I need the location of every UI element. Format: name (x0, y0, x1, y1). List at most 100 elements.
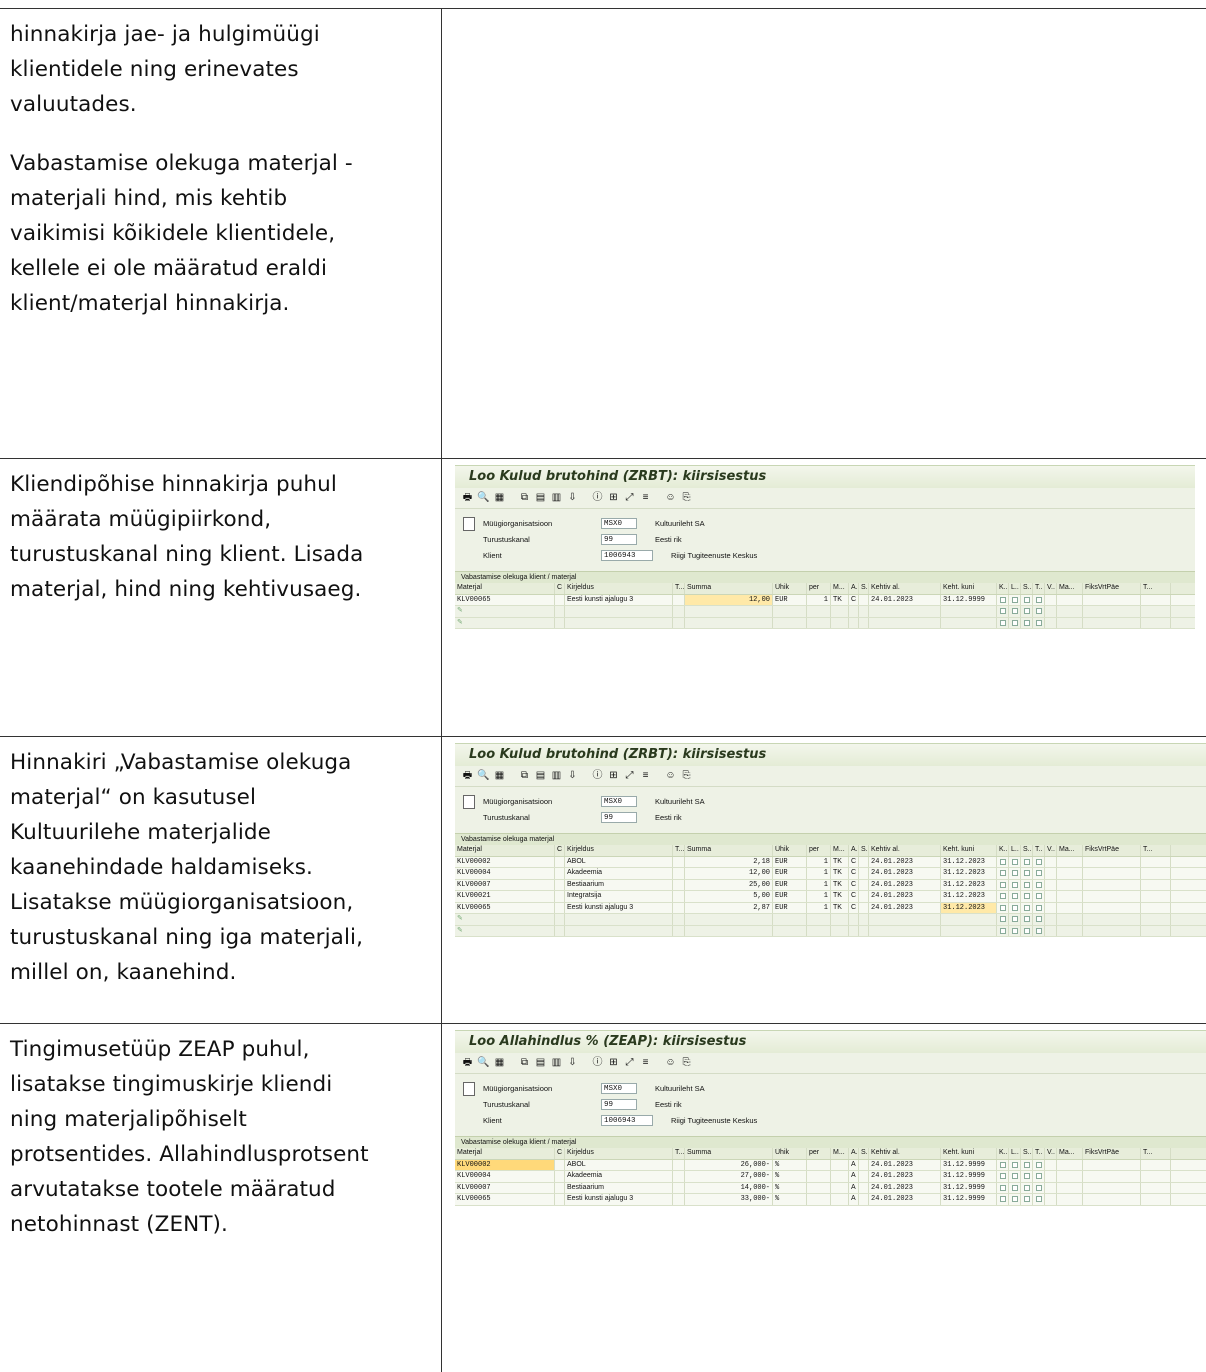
checkbox[interactable] (1024, 893, 1030, 899)
grid-cell-to[interactable]: 31.12.9999 (941, 594, 997, 605)
info-icon[interactable]: ⓘ (591, 770, 604, 782)
grid-cell-empty[interactable] (1045, 902, 1057, 913)
checkbox[interactable] (1024, 1184, 1030, 1191)
grid-cell-from[interactable]: 24.01.2023 (869, 902, 941, 913)
grid-row[interactable]: KLV00002 ABOL 26,000-% A 24.01.2023 31.12.999… (455, 1159, 1206, 1171)
grid-cell-sum[interactable]: 5,00 (685, 891, 773, 902)
grid-cell-empty[interactable] (1045, 1159, 1057, 1170)
grid-cell-from[interactable]: 24.01.2023 (869, 1159, 941, 1170)
grid-cell-per[interactable]: 1 (807, 902, 831, 913)
grid-cell-empty[interactable] (1057, 1194, 1083, 1205)
grid-cell-to[interactable]: 31.12.2023 (941, 891, 997, 902)
sheet-icon[interactable]: ▥ (550, 492, 563, 504)
header-field-input[interactable]: MSX0 (601, 517, 637, 529)
checkbox[interactable] (1036, 596, 1042, 603)
grid-cell-desc[interactable]: ABOL (565, 856, 673, 867)
header-field-input[interactable]: 1006943 (601, 1114, 653, 1126)
checkbox[interactable] (1036, 1161, 1042, 1168)
grid-cell-mat[interactable]: KLV00007 (455, 1182, 555, 1193)
checkbox[interactable] (1024, 1173, 1030, 1179)
column-header[interactable]: K.. (997, 583, 1009, 594)
document-icon[interactable] (463, 1082, 475, 1096)
column-header[interactable]: T.. (1033, 583, 1045, 594)
grid-cell-empty[interactable]: ✎ (455, 914, 555, 925)
grid-cell-empty[interactable] (859, 879, 869, 890)
grid-cell-m[interactable] (831, 1194, 849, 1205)
grid-cell-empty[interactable] (673, 902, 685, 913)
grid-cell-empty[interactable] (1141, 856, 1171, 867)
column-header[interactable]: V.. (1045, 1148, 1057, 1159)
column-header[interactable]: Kirjeldus (565, 1148, 673, 1159)
checkbox[interactable] (1000, 1196, 1006, 1202)
grid-cell-a[interactable]: C (849, 891, 859, 902)
column-header[interactable]: M... (831, 1148, 849, 1159)
column-header[interactable]: T.. (1033, 845, 1045, 856)
list-icon[interactable]: ≡ (639, 492, 652, 504)
grid-cell-empty[interactable] (1083, 914, 1141, 925)
table-icon[interactable]: ▦ (493, 492, 506, 504)
clipboard-icon[interactable]: ⎘ (680, 492, 693, 504)
grid-cell-a[interactable]: C (849, 902, 859, 913)
grid-cell-sum[interactable]: 2,87 (685, 902, 773, 913)
grid-cell-empty[interactable] (1141, 617, 1171, 628)
checkbox[interactable] (1036, 608, 1042, 614)
table-icon[interactable]: ▦ (493, 1057, 506, 1069)
grid-cell-per[interactable]: 1 (807, 891, 831, 902)
user-icon[interactable]: ☺ (664, 1057, 677, 1069)
info-icon[interactable]: ⓘ (591, 1057, 604, 1069)
grid-cell-mat[interactable]: KLV00002 (455, 1159, 555, 1170)
grid-cell-empty[interactable] (555, 1194, 565, 1205)
grid-cell-per[interactable]: 1 (807, 879, 831, 890)
column-header[interactable]: V.. (1045, 845, 1057, 856)
grid-cell-from[interactable]: 24.01.2023 (869, 879, 941, 890)
sheet-icon[interactable]: ▥ (550, 1057, 563, 1069)
table-icon[interactable]: ▦ (493, 770, 506, 782)
grid-cell-unit[interactable]: EUR (773, 856, 807, 867)
grid-cell-a[interactable]: A (849, 1194, 859, 1205)
grid-cell-empty[interactable] (1021, 925, 1033, 936)
grid-cell-from[interactable]: 24.01.2023 (869, 1171, 941, 1182)
grid-cell-from[interactable]: 24.01.2023 (869, 1182, 941, 1193)
grid-cell-a[interactable]: C (849, 594, 859, 605)
print-icon[interactable]: 🖶 (461, 492, 474, 504)
grid-cell-empty[interactable] (1083, 606, 1141, 617)
grid-cell-unit[interactable]: EUR (773, 902, 807, 913)
header-field-input[interactable]: 1006943 (601, 549, 653, 561)
checkbox[interactable] (1024, 596, 1030, 603)
grid-cell-empty[interactable] (859, 617, 869, 628)
checkbox[interactable] (1012, 1184, 1018, 1191)
column-header[interactable]: per (807, 583, 831, 594)
grid-cell-empty[interactable] (869, 925, 941, 936)
grid-cell-empty[interactable] (1009, 606, 1021, 617)
grid-row[interactable]: KLV00007 Bestiaarium 14,000-% A 24.01.2023 31… (455, 1182, 1206, 1194)
grid-cell-empty[interactable] (1009, 925, 1021, 936)
grid-cell-empty[interactable] (831, 925, 849, 936)
grid-cell-mat[interactable]: KLV00002 (455, 856, 555, 867)
grid-cell-empty[interactable] (1033, 606, 1045, 617)
grid-cell-per[interactable] (807, 1159, 831, 1170)
grid-cell-to[interactable]: 31.12.2023 (941, 879, 997, 890)
grid-row-empty[interactable]: ✎ (455, 925, 1206, 937)
checkbox[interactable] (1012, 1173, 1018, 1179)
copy-icon[interactable]: ⧉ (518, 492, 531, 504)
grid-cell-empty[interactable] (555, 594, 565, 605)
grid-cell-empty[interactable] (673, 856, 685, 867)
column-header[interactable]: per (807, 1148, 831, 1159)
grid-cell-empty[interactable] (997, 617, 1009, 628)
grid-cell-unit[interactable]: EUR (773, 594, 807, 605)
column-header[interactable]: L.. (1009, 845, 1021, 856)
grid-cell-mat[interactable]: KLV00004 (455, 1171, 555, 1182)
column-header[interactable]: K.. (997, 845, 1009, 856)
grid-cell-empty[interactable] (1045, 606, 1057, 617)
column-header[interactable]: Ma... (1057, 845, 1083, 856)
grid-cell-empty[interactable] (1057, 606, 1083, 617)
column-header[interactable]: A.. (849, 845, 859, 856)
column-header[interactable]: Summa (685, 845, 773, 856)
grid-cell-empty[interactable] (807, 617, 831, 628)
checkbox[interactable] (1012, 596, 1018, 603)
grid-cell-empty[interactable] (1045, 856, 1057, 867)
checkbox[interactable] (1024, 1161, 1030, 1168)
column-header[interactable]: L.. (1009, 583, 1021, 594)
download-icon[interactable]: ⇩ (566, 770, 579, 782)
grid-cell-unit[interactable]: % (773, 1182, 807, 1193)
